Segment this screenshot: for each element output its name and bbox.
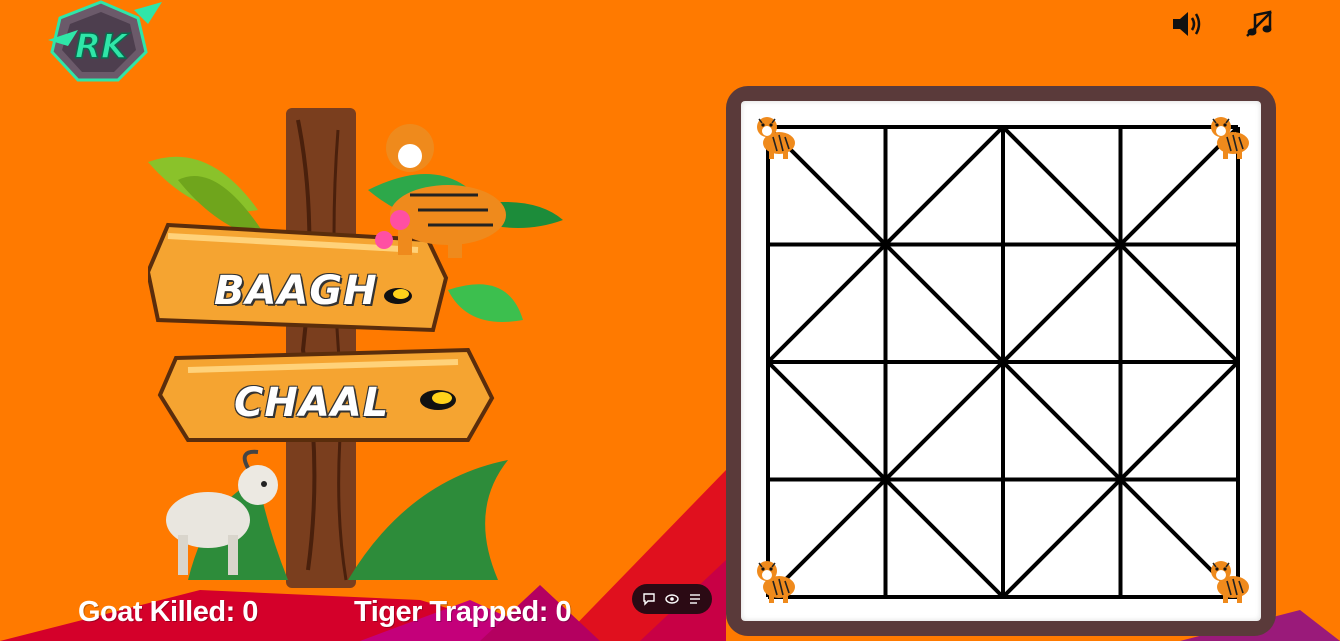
mini-toolbar <box>632 584 712 614</box>
menu-button[interactable] <box>687 591 703 607</box>
goat-killed-counter: Goat Killed: 0 <box>78 596 258 628</box>
title-chaal: CHAAL <box>234 380 390 426</box>
speaker-on-icon <box>1173 12 1201 36</box>
game-board[interactable] <box>741 101 1261 621</box>
logo-text: RK <box>75 27 130 67</box>
tiger-icon <box>1211 561 1249 603</box>
tiger-piece-top-right[interactable] <box>1205 111 1253 161</box>
rk-logo: RK <box>38 0 164 84</box>
game-title-signpost: BAAGH CHAAL <box>145 100 568 590</box>
tiger-icon <box>1211 117 1249 159</box>
music-off-icon <box>1246 10 1272 37</box>
tiger-icon <box>757 117 795 159</box>
board-grid <box>766 125 1240 599</box>
menu-icon <box>689 594 700 604</box>
tiger-piece-top-left[interactable] <box>751 111 799 161</box>
sound-toggle-button[interactable] <box>1170 8 1204 40</box>
tiger-icon <box>757 561 795 603</box>
music-toggle-button[interactable] <box>1242 8 1276 40</box>
chat-icon <box>643 593 656 606</box>
eye-icon <box>665 594 679 604</box>
tiger-trapped-counter: Tiger Trapped: 0 <box>354 596 572 628</box>
board-frame <box>726 86 1276 636</box>
title-baagh: BAAGH <box>214 268 378 314</box>
view-button[interactable] <box>664 591 680 607</box>
tiger-piece-bottom-right[interactable] <box>1205 555 1253 605</box>
chat-button[interactable] <box>641 591 657 607</box>
tiger-piece-bottom-left[interactable] <box>751 555 799 605</box>
